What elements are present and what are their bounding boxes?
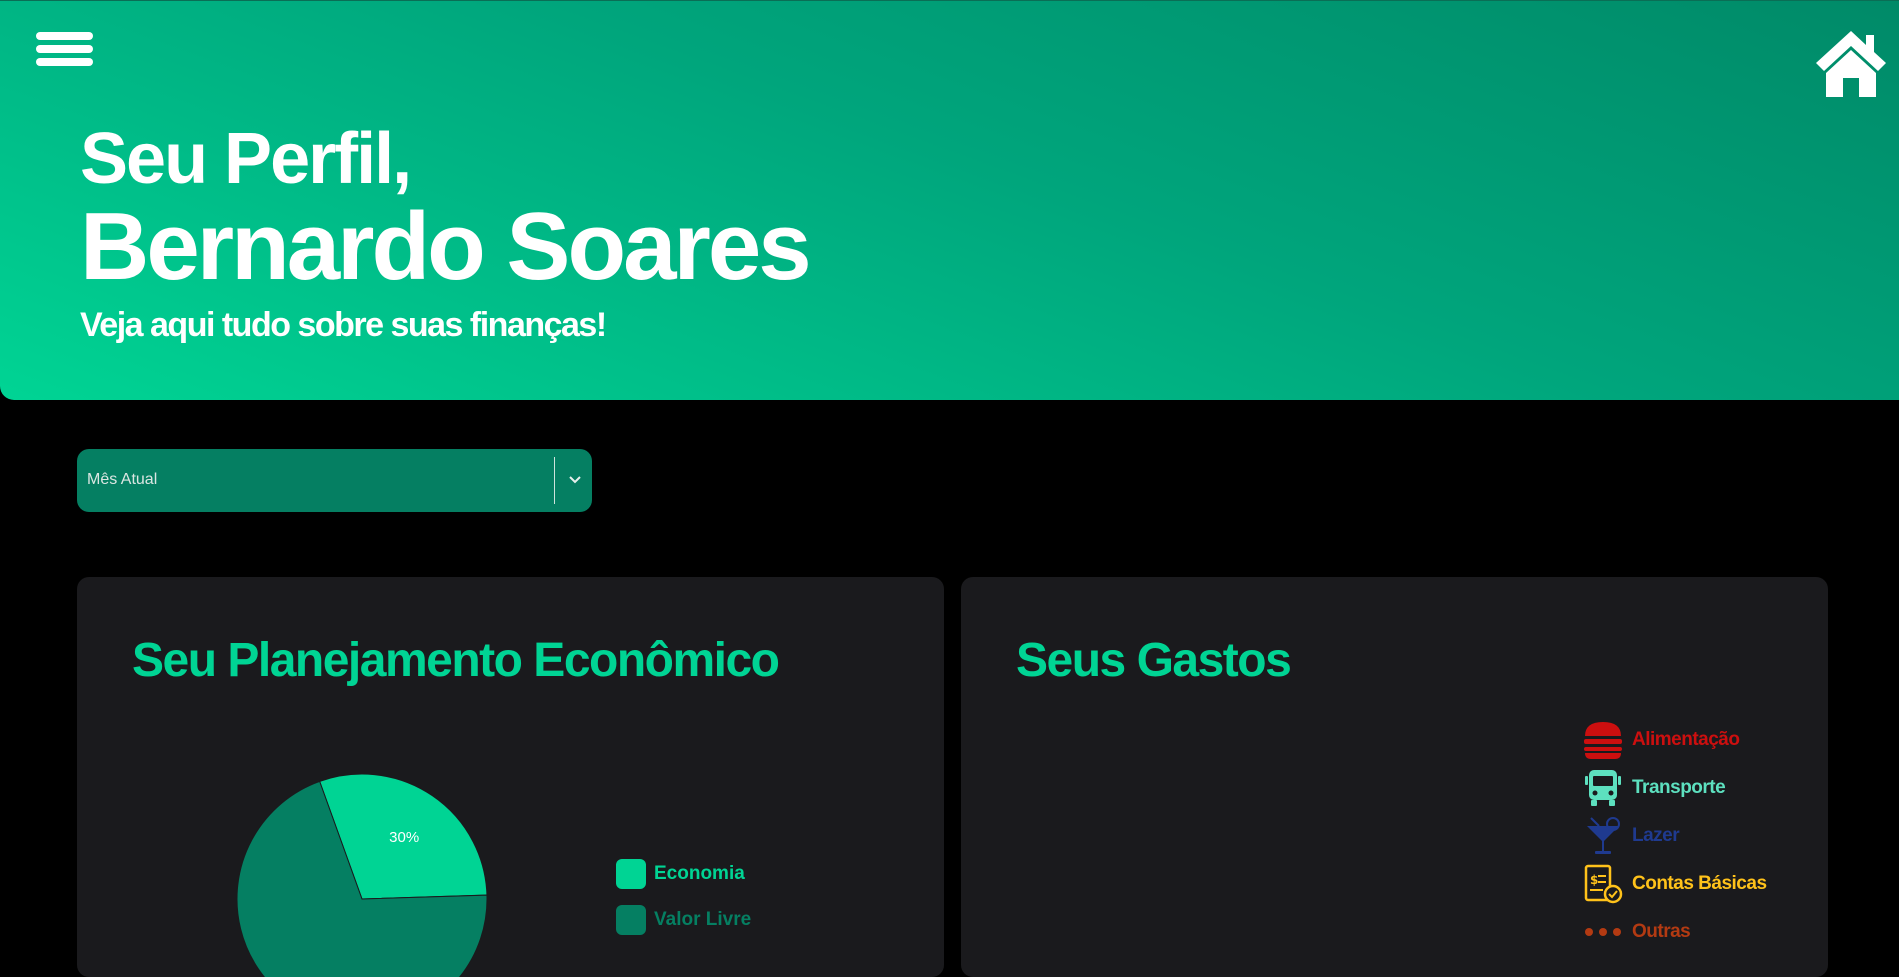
home-icon <box>1816 31 1886 97</box>
menu-bar <box>36 45 93 53</box>
burger-icon <box>1584 722 1622 759</box>
chevron-down-icon <box>566 471 584 489</box>
bus-icon <box>1585 770 1621 806</box>
legend-label: Economia <box>654 863 745 884</box>
profile-user-name: Bernardo Soares <box>80 193 812 300</box>
home-button[interactable] <box>1812 27 1890 99</box>
bill-icon: $ <box>1584 864 1623 904</box>
category-label: Lazer <box>1632 825 1680 846</box>
select-divider <box>554 457 555 504</box>
legend-swatch <box>616 859 646 889</box>
planning-pie-chart: 30% <box>236 773 488 977</box>
cocktail-icon <box>1587 817 1620 854</box>
legend-swatch <box>616 905 646 935</box>
menu-button[interactable] <box>36 29 93 69</box>
period-select-value: Mês Atual <box>87 471 158 488</box>
category-label: Transporte <box>1632 777 1726 798</box>
profile-header: Seu Perfil, Bernardo Soares Veja aqui tu… <box>0 0 1899 400</box>
category-label: Alimentação <box>1632 729 1740 750</box>
menu-bar <box>36 32 93 40</box>
svg-text:$: $ <box>1590 873 1598 887</box>
category-label: Outras <box>1632 921 1691 942</box>
period-select[interactable]: Mês Atual <box>77 449 592 512</box>
profile-subtitle: Veja aqui tudo sobre suas finanças! <box>80 306 607 344</box>
planning-card: Seu Planejamento Econômico 30% Economia … <box>77 577 944 977</box>
legend-label: Valor Livre <box>654 909 752 930</box>
category-label: Contas Básicas <box>1632 873 1767 894</box>
pie-data-label: 30% <box>389 829 419 846</box>
dots-icon <box>1585 928 1621 936</box>
menu-bar <box>36 58 93 66</box>
profile-greeting: Seu Perfil, <box>80 119 412 199</box>
expenses-card-title: Seus Gastos <box>1016 634 1292 687</box>
expenses-card: Seus Gastos Alimentação Transporte Lazer… <box>961 577 1828 977</box>
